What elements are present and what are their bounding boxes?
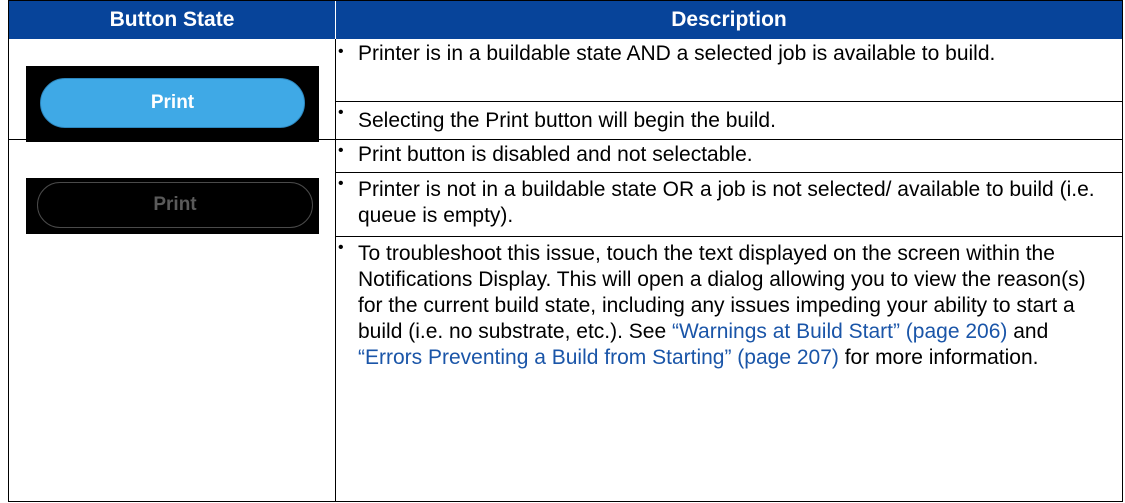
list-item: • Selecting the Print button will begin … bbox=[336, 101, 1122, 139]
table-row: Print • Printer is in a buildable state … bbox=[9, 39, 1122, 142]
bullet-text: Print button is disabled and not selecta… bbox=[358, 143, 753, 166]
list-item: • Print button is disabled and not selec… bbox=[336, 140, 1122, 172]
list-item: • Printer is in a buildable state AND a … bbox=[336, 41, 1122, 99]
description-cell: • Print button is disabled and not selec… bbox=[336, 140, 1122, 502]
bullet-text: for more information. bbox=[838, 346, 1039, 369]
list-item: • To troubleshoot this issue, touch the … bbox=[336, 236, 1122, 502]
bullet-text: Printer is not in a buildable state OR a… bbox=[358, 178, 1095, 227]
bullet-icon: • bbox=[338, 104, 344, 121]
print-button-disabled: Print bbox=[37, 182, 313, 228]
bullet-text: and bbox=[1007, 320, 1049, 343]
disabled-button-screenshot: Print bbox=[26, 178, 319, 234]
print-button-enabled[interactable]: Print bbox=[40, 78, 305, 128]
bullet-icon: • bbox=[338, 175, 344, 192]
button-state-table: Button State Description Print • Printer… bbox=[8, 0, 1123, 502]
bullet-icon: • bbox=[338, 142, 344, 159]
description-cell: • Printer is in a buildable state AND a … bbox=[336, 39, 1122, 139]
bullet-icon: • bbox=[338, 43, 344, 60]
bullet-text: Printer is in a buildable state AND a se… bbox=[358, 42, 996, 65]
bullet-icon: • bbox=[338, 239, 344, 256]
bullet-text: Selecting the Print button will begin th… bbox=[358, 109, 776, 132]
table-row: Print • Print button is disabled and not… bbox=[9, 140, 1122, 502]
link-errors-preventing-build[interactable]: “Errors Preventing a Build from Starting… bbox=[358, 346, 839, 369]
header-button-state: Button State bbox=[9, 1, 336, 39]
header-description: Description bbox=[671, 8, 787, 31]
link-warnings-at-build-start[interactable]: “Warnings at Build Start” (page 206) bbox=[672, 320, 1007, 343]
button-state-cell: Print bbox=[9, 140, 336, 502]
table-header-row: Button State Description bbox=[9, 1, 1122, 39]
enabled-button-screenshot: Print bbox=[26, 66, 319, 142]
list-item: • Printer is not in a buildable state OR… bbox=[336, 172, 1122, 236]
button-state-cell: Print bbox=[9, 39, 336, 142]
